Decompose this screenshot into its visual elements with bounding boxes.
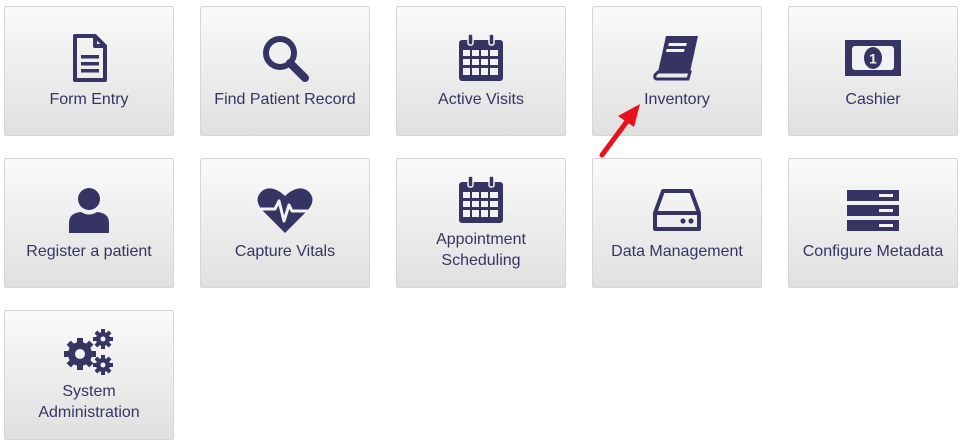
app-label: Capture Vitals [234, 242, 336, 260]
app-tile-register-patient[interactable]: Register a patient [4, 158, 174, 288]
app-label: Configure Metadata [802, 242, 944, 260]
app-tile-system-administration[interactable]: System Administration [4, 310, 174, 440]
money-icon: 1 [843, 33, 903, 83]
app-tile-data-management[interactable]: Data Management [592, 158, 762, 288]
hard-drive-icon [652, 185, 702, 235]
svg-text:1: 1 [869, 50, 877, 66]
app-tile-form-entry[interactable]: Form Entry [4, 6, 174, 136]
user-icon [64, 185, 114, 235]
app-label: System Administration [38, 383, 140, 421]
document-icon [69, 33, 109, 83]
app-tile-appointment-scheduling[interactable]: Appointment Scheduling [396, 158, 566, 288]
app-tile-active-visits[interactable]: Active Visits [396, 6, 566, 136]
server-icon [845, 185, 901, 235]
app-label: Active Visits [438, 90, 524, 108]
calendar-icon [456, 175, 506, 225]
heartbeat-icon [255, 185, 315, 235]
app-label: Appointment Scheduling [436, 231, 526, 269]
app-tile-find-patient-record[interactable]: Find Patient Record [200, 6, 370, 136]
gears-icon [61, 327, 117, 377]
book-icon [652, 33, 702, 83]
app-tile-cashier[interactable]: 1 Cashier [788, 6, 958, 136]
app-tile-capture-vitals[interactable]: Capture Vitals [200, 158, 370, 288]
app-label: Cashier [845, 90, 901, 108]
red-arrow-annotation [599, 104, 640, 158]
app-label: Form Entry [49, 90, 129, 108]
app-label: Inventory [644, 90, 710, 108]
app-label: Find Patient Record [214, 90, 356, 108]
app-label: Data Management [611, 242, 743, 260]
calendar-icon [456, 32, 506, 83]
app-tile-configure-metadata[interactable]: Configure Metadata [788, 158, 958, 288]
search-icon [260, 33, 310, 83]
app-label: Register a patient [26, 242, 152, 260]
